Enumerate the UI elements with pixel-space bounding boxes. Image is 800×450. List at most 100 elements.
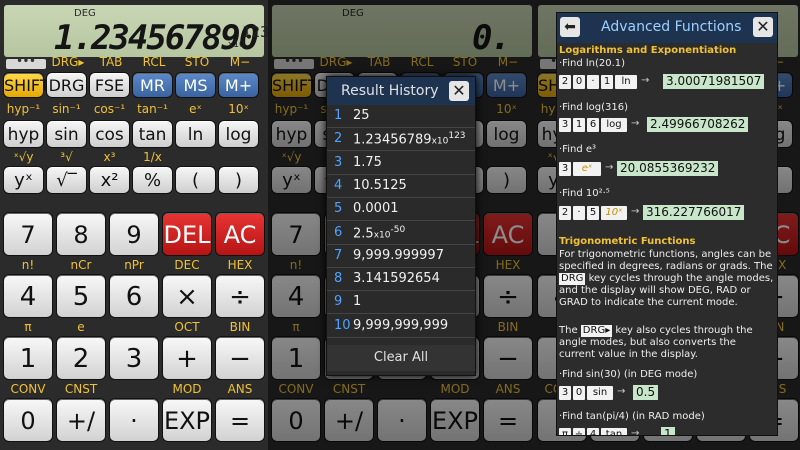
key-sin-button[interactable]: sin [46,120,87,148]
key-symbol-4-4-2-button[interactable]: ÷ [483,274,533,318]
shift-label: DEC [174,258,200,272]
key-ln-button[interactable]: ln [175,120,216,148]
key-4-button[interactable]: 4 [3,274,53,318]
example-pow10-label: ·Find 10²·⁵ [559,188,610,199]
key-y-2-button[interactable]: yˣ [271,166,312,194]
key-symbol-6-2-button[interactable]: · [109,398,159,442]
key-y-button[interactable]: yˣ [3,166,44,194]
history-x10: x10 [431,136,449,147]
key-7-2-button[interactable]: 7 [271,212,321,256]
key-symbol-6-4-button[interactable]: = [215,398,265,442]
key-symbol-2-5-2-button[interactable]: ) [486,166,527,194]
key-hyp-button[interactable]: hyp [3,120,44,148]
more-dots-icon[interactable]: ••• [6,57,46,69]
key-1-2-button[interactable]: 1 [271,336,321,380]
shift-label-2: HEX [495,258,521,272]
display-value: 1.234567890 [54,18,259,58]
key-symbol-4-4-button[interactable]: ÷ [215,274,265,318]
key-1-button[interactable]: 1 [3,336,53,380]
key-x-button[interactable]: x² [89,166,130,194]
key-symbol-6-1-2-button[interactable]: +/− [324,398,374,442]
key-0-2-button[interactable]: 0 [271,398,321,442]
history-row[interactable]: 10 9,999,999,999 [327,315,475,338]
example-key: 3 [559,118,571,132]
history-value: 1 [353,294,362,310]
shift-label: e [77,320,85,334]
key-mr-button[interactable]: MR [132,72,173,98]
example-tan-label: ·Find tan(pi/4) (in RAD mode) [559,411,705,422]
back-arrow-icon[interactable]: ⬅ [560,17,580,37]
key-symbol-2-3-button[interactable]: % [132,166,173,194]
shift-label: CONV [10,382,46,396]
example-key: eˣ [573,162,601,176]
key-cos-button[interactable]: cos [89,120,130,148]
key-3-button[interactable]: 3 [109,336,159,380]
more-dots-icon-2[interactable]: ••• [274,57,314,69]
history-index: 10 [334,317,351,333]
key-symbol-5-4-button[interactable]: − [215,336,265,380]
key-hyp-2-button[interactable]: hyp [271,120,312,148]
history-row[interactable]: 91 [327,291,475,315]
key-7-button[interactable]: 7 [3,212,53,256]
shift-label-2: DRG▸ [319,55,353,69]
key-fse-button[interactable]: FSE [89,72,130,98]
key-symbol-2-5-button[interactable]: ) [218,166,259,194]
history-row[interactable]: 3 1.75 [327,152,475,175]
key-symbol-6-1-button[interactable]: +/− [56,398,106,442]
key-exp-button[interactable]: EXP [162,398,212,442]
key-tan-button[interactable]: tan [132,120,173,148]
shift-label: n! [21,258,35,272]
history-row[interactable]: 5 0.0001 [327,198,475,222]
key-ms-button[interactable]: MS [175,72,216,98]
key-log-2-button[interactable]: log [486,120,527,148]
history-row[interactable]: 8 3.141592654 [327,268,475,292]
key-symbol-6-4-2-button[interactable]: = [483,398,533,442]
key-shift-button[interactable]: SHIFT [3,72,50,98]
key-del-button[interactable]: DEL [162,212,212,256]
key-symbol-2-4-button[interactable]: ( [175,166,216,194]
calculator-display-2: DEG 0. [272,5,532,57]
history-value: 1.75 [353,154,382,170]
shift-label-2: n! [289,258,303,272]
key-ac-2-button[interactable]: AC [483,212,533,256]
shift-label-2: MOD [440,382,470,396]
shift-label-2: CNST [332,382,366,396]
history-row[interactable]: 2 1.23456789x10123 [327,128,475,152]
key-exp-2-button[interactable]: EXP [430,398,480,442]
key-6-button[interactable]: 6 [109,274,159,318]
example-key: 3 [559,386,571,400]
key-shift-2-button[interactable]: SHIFT [271,72,318,98]
key-8-button[interactable]: 8 [56,212,106,256]
close-icon[interactable]: ✕ [449,81,469,101]
key-0-button[interactable]: 0 [3,398,53,442]
calculator-panel: DEG 1.234567890 x10 123 ••• SHIFT DRG FSE M… [0,0,268,450]
key-5-button[interactable]: 5 [56,274,106,318]
key-ac-button[interactable]: AC [215,212,265,256]
example-key: ÷ [573,428,585,435]
clear-all-button[interactable]: Clear All [327,345,475,371]
example-key: 3 [559,162,571,176]
key-symbol-6-2-2-button[interactable]: · [377,398,427,442]
shift-label: 10ˣ [228,102,249,116]
example-sin-result: 0.5 [633,385,659,400]
key-symbol-5-4-2-button[interactable]: − [483,336,533,380]
arrow-icon: → [617,386,626,397]
shift-label: TAB [99,55,123,69]
key-2-button[interactable]: 2 [56,336,106,380]
key-symbol-4-3-button[interactable]: × [162,274,212,318]
display-x10: x10 [228,40,245,50]
key-symbol-5-3-button[interactable]: + [162,336,212,380]
key-m-2-button[interactable]: M+ [486,72,527,98]
history-row[interactable]: 7 9,999.999997 [327,245,475,268]
key-4-2-button[interactable]: 4 [271,274,321,318]
key-drg-button[interactable]: DRG [46,72,87,98]
history-row[interactable]: 4 10.5125 [327,175,475,198]
key-m-button[interactable]: M+ [218,72,259,98]
close-icon[interactable]: ✕ [753,17,773,37]
history-row[interactable]: 1 25 [327,105,475,128]
shift-label: STO [184,55,210,69]
history-row[interactable]: 6 2.5x10-50 [327,222,475,245]
key-9-button[interactable]: 9 [109,212,159,256]
key-log-button[interactable]: log [218,120,259,148]
key-symbol-2-1-button[interactable]: √‾ [46,166,87,194]
